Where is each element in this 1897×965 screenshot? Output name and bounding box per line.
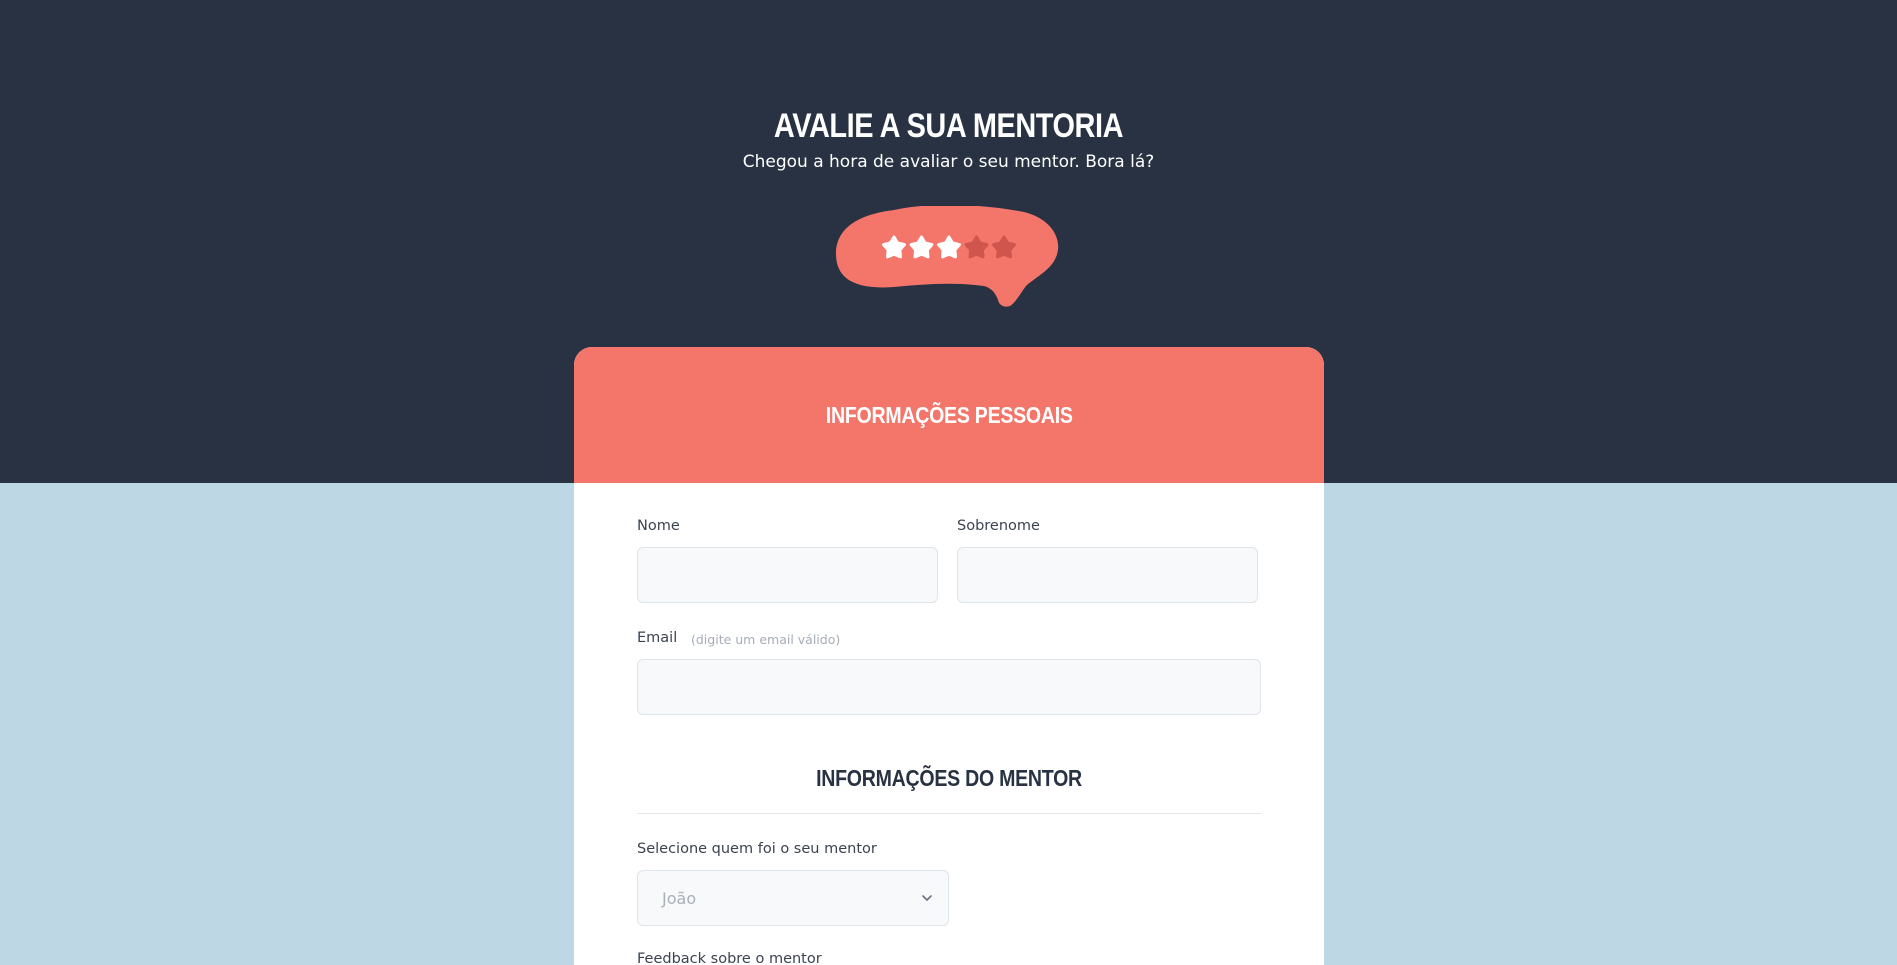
page-title: AVALIE A SUA MENTORIA xyxy=(773,107,1124,145)
personal-info-title: INFORMAÇÕES PESSOAIS xyxy=(825,401,1073,428)
first-name-label: Nome xyxy=(637,518,680,534)
rating-bubble xyxy=(834,206,1064,310)
form-card: INFORMAÇÕES PESSOAIS Nome Sobrenome Emai… xyxy=(574,347,1324,965)
card-header: INFORMAÇÕES PESSOAIS xyxy=(574,347,1324,483)
mentor-select-value: João xyxy=(662,888,697,908)
last-name-input[interactable] xyxy=(957,547,1258,603)
mentor-select[interactable]: João xyxy=(637,870,949,926)
speech-bubble-icon xyxy=(836,206,1059,307)
first-name-input[interactable] xyxy=(637,547,938,603)
mentor-select-label: Selecione quem foi o seu mentor xyxy=(637,841,877,857)
email-label: Email xyxy=(637,630,678,646)
page-subtitle: Chegou a hora de avaliar o seu mentor. B… xyxy=(742,152,1155,172)
feedback-label: Feedback sobre o mentor xyxy=(637,951,822,965)
last-name-label: Sobrenome xyxy=(957,518,1040,534)
email-hint: (digite um email válido) xyxy=(691,632,841,647)
mentor-info-title: INFORMAÇÕES DO MENTOR xyxy=(816,765,1082,791)
email-input[interactable] xyxy=(637,659,1261,715)
section-divider xyxy=(637,813,1261,814)
chevron-down-icon xyxy=(922,895,932,901)
